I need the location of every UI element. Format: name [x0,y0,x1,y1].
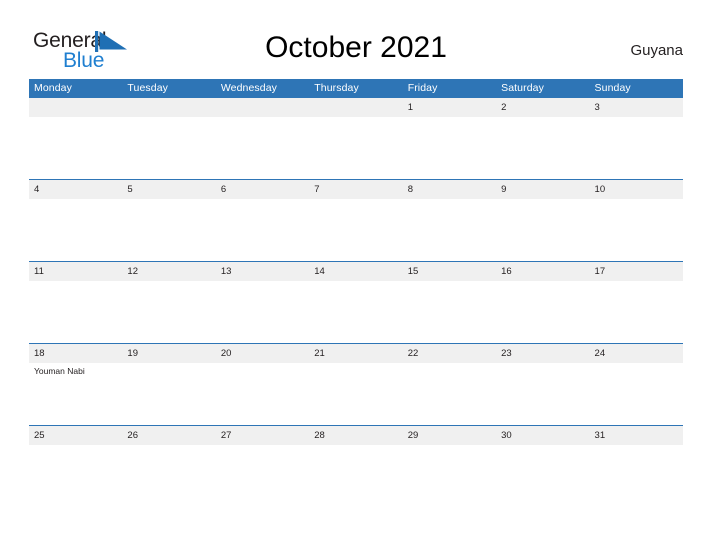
calendar-day-cell[interactable]: 29 [402,425,497,507]
calendar-day-cell[interactable]: 17 [589,261,683,344]
day-number: 23 [496,344,590,363]
weekday-header-saturday: Saturday [496,79,590,98]
country-label: Guyana [630,42,683,59]
day-number: 3 [589,98,683,117]
calendar-day-cell[interactable]: 24 [589,343,683,426]
calendar-week-row: 18 Youman Nabi 19 20 21 22 23 24 [29,343,683,426]
calendar-day-cell[interactable]: 27 [215,425,310,507]
calendar-day-cell[interactable]: 20 [215,343,310,426]
calendar-empty-cell [309,98,403,180]
day-number: 21 [309,344,403,363]
day-number: 15 [402,262,497,281]
calendar-empty-cell [122,98,216,180]
calendar-day-cell[interactable]: 4 [29,179,123,262]
day-number: 27 [215,426,310,445]
day-number: 26 [122,426,216,445]
day-number: 4 [29,180,123,199]
day-number: 22 [402,344,497,363]
calendar-day-cell[interactable]: 31 [589,425,683,507]
page-header: General Blue October 2021 Guyana [0,0,712,76]
weekday-header-row: Monday Tuesday Wednesday Thursday Friday… [29,79,683,98]
day-number: 28 [309,426,403,445]
weekday-header-wednesday: Wednesday [215,79,310,98]
calendar-day-cell[interactable]: 18 Youman Nabi [29,343,123,426]
day-number: 24 [589,344,683,363]
calendar-day-cell[interactable]: 6 [215,179,310,262]
calendar-week-row: 11 12 13 14 15 16 17 [29,261,683,344]
day-number: 18 [29,344,123,363]
day-number: 13 [215,262,310,281]
calendar-day-cell[interactable]: 25 [29,425,123,507]
day-number [215,98,310,117]
day-number: 31 [589,426,683,445]
calendar-day-cell[interactable]: 14 [309,261,403,344]
weekday-header-friday: Friday [402,79,497,98]
calendar-day-cell[interactable]: 16 [496,261,590,344]
calendar-day-cell[interactable]: 22 [402,343,497,426]
calendar-week-row: 25 26 27 28 29 30 31 [29,425,683,507]
calendar-empty-cell [215,98,310,180]
weekday-header-thursday: Thursday [309,79,403,98]
calendar-day-cell[interactable]: 2 [496,98,590,180]
day-number: 25 [29,426,123,445]
day-number: 16 [496,262,590,281]
day-number: 6 [215,180,310,199]
calendar-day-cell[interactable]: 26 [122,425,216,507]
day-number: 8 [402,180,497,199]
calendar-day-cell[interactable]: 13 [215,261,310,344]
day-number: 9 [496,180,590,199]
day-events: Youman Nabi [29,363,122,377]
calendar-day-cell[interactable]: 23 [496,343,590,426]
page-title: October 2021 [265,31,447,64]
calendar-day-cell[interactable]: 1 [402,98,497,180]
day-number: 11 [29,262,123,281]
calendar-day-cell[interactable]: 19 [122,343,216,426]
day-number: 2 [496,98,590,117]
calendar-day-cell[interactable]: 15 [402,261,497,344]
calendar-empty-cell [29,98,123,180]
calendar-day-cell[interactable]: 3 [589,98,683,180]
calendar-day-cell[interactable]: 8 [402,179,497,262]
day-number: 30 [496,426,590,445]
calendar-day-cell[interactable]: 7 [309,179,403,262]
weekday-header-sunday: Sunday [589,79,683,98]
calendar-day-cell[interactable]: 5 [122,179,216,262]
weekday-header-monday: Monday [29,79,123,98]
day-number: 19 [122,344,216,363]
calendar-day-cell[interactable]: 11 [29,261,123,344]
day-number: 1 [402,98,497,117]
calendar-week-row: 123 [29,98,683,180]
day-number [122,98,216,117]
day-number: 20 [215,344,310,363]
calendar-day-cell[interactable]: 9 [496,179,590,262]
day-number [29,98,123,117]
day-number: 12 [122,262,216,281]
day-number: 17 [589,262,683,281]
calendar-day-cell[interactable]: 10 [589,179,683,262]
holiday-event-label: Youman Nabi [34,366,85,376]
calendar-page: General Blue October 2021 Guyana Monday … [0,0,712,550]
day-number: 29 [402,426,497,445]
calendar-week-row: 4 5 6 7 8 9 10 [29,179,683,262]
weekday-header-tuesday: Tuesday [122,79,216,98]
calendar-day-cell[interactable]: 12 [122,261,216,344]
calendar-day-cell[interactable]: 21 [309,343,403,426]
calendar-table: Monday Tuesday Wednesday Thursday Friday… [29,79,683,507]
calendar-body: 1 2 3 4 5 6 7 8 9 10 11 12 13 14 15 16 17 18 Youman Nabi 19… [29,98,683,507]
day-number: 5 [122,180,216,199]
day-number: 7 [309,180,403,199]
day-number [309,98,403,117]
day-number: 14 [309,262,403,281]
day-number: 10 [589,180,683,199]
calendar-day-cell[interactable]: 28 [309,425,403,507]
calendar-day-cell[interactable]: 30 [496,425,590,507]
